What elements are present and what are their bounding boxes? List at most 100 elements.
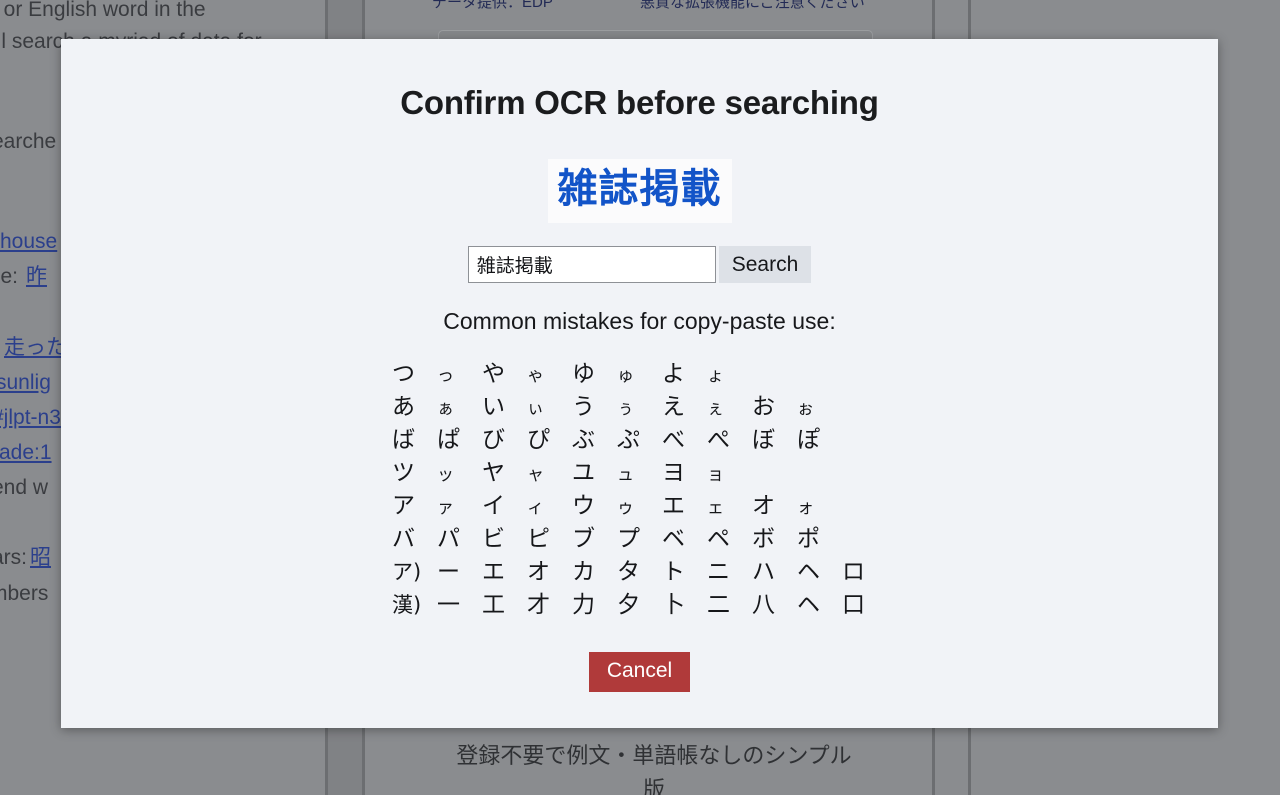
character-cell[interactable]: イ (482, 490, 527, 523)
character-cell[interactable]: バ (392, 523, 437, 556)
character-cell[interactable]: ぉ (797, 393, 842, 426)
background-text-line[interactable]: 昭 (30, 540, 51, 576)
character-cell[interactable]: ニ (707, 556, 752, 589)
character-cell[interactable]: エ (482, 556, 527, 589)
character-cell[interactable]: よ (662, 358, 707, 391)
character-cell[interactable]: オ (752, 490, 797, 523)
character-cell[interactable]: ー (437, 556, 482, 589)
background-text-line[interactable]: house (0, 224, 57, 260)
character-cell[interactable]: タ (617, 556, 662, 589)
character-row: ツッヤャユュヨョ (392, 457, 1218, 490)
background-text-line: earche (0, 130, 57, 153)
character-cell[interactable]: ば (392, 424, 437, 457)
background-text-line[interactable]: rade:1 (0, 435, 52, 471)
ocr-image-container: 雑誌掲載 (61, 159, 1218, 223)
character-cell[interactable]: っ (437, 360, 482, 393)
search-input[interactable] (467, 246, 716, 283)
character-cell[interactable]: ウ (572, 490, 617, 523)
character-cell[interactable]: ぃ (527, 393, 572, 426)
character-cell[interactable]: ゆ (572, 358, 617, 391)
character-cell[interactable]: 夕 (617, 589, 662, 622)
dialog-actions: Cancel (61, 652, 1218, 692)
character-cell[interactable]: 才 (527, 589, 572, 622)
ocr-source-image: 雑誌掲載 (547, 159, 732, 223)
character-cell[interactable]: ヤ (482, 457, 527, 490)
character-cell[interactable]: ボ (752, 523, 797, 556)
character-cell[interactable]: あ (392, 391, 437, 424)
character-cell[interactable]: 二 (707, 589, 752, 622)
character-cell[interactable]: や (482, 358, 527, 391)
cancel-button[interactable]: Cancel (588, 652, 691, 692)
common-mistakes-label: Common mistakes for copy-paste use: (443, 308, 836, 334)
character-cell[interactable]: 工 (482, 589, 527, 622)
character-row: あぁいぃうぅえぇおぉ (392, 391, 1218, 424)
character-cell[interactable]: ロ (842, 556, 887, 589)
character-cell[interactable]: ぅ (617, 393, 662, 426)
character-cell[interactable]: ァ (437, 492, 482, 525)
character-cell[interactable]: ぽ (797, 424, 842, 457)
character-cell[interactable]: ヘ (797, 589, 842, 622)
character-cell[interactable]: ポ (797, 523, 842, 556)
character-cell[interactable]: び (482, 424, 527, 457)
character-cell[interactable]: プ (617, 523, 662, 556)
character-cell[interactable]: 力 (572, 589, 617, 622)
character-cell[interactable]: ュ (617, 459, 662, 492)
background-text-line[interactable]: 昨 (26, 259, 47, 295)
character-cell[interactable]: ょ (707, 360, 752, 393)
character-cell[interactable]: ベ (662, 523, 707, 556)
character-cell[interactable]: い (482, 391, 527, 424)
character-cell[interactable]: ぺ (707, 424, 752, 457)
background-heading: データ提供：EDP (432, 0, 553, 11)
character-cell[interactable]: ア (392, 490, 437, 523)
character-cell[interactable]: う (572, 391, 617, 424)
character-cell[interactable]: べ (662, 424, 707, 457)
background-text-line[interactable]: sunlig (0, 365, 51, 401)
character-cell[interactable]: お (752, 391, 797, 424)
character-cell[interactable]: ぱ (437, 424, 482, 457)
character-cell[interactable]: ヘ (797, 556, 842, 589)
character-cell[interactable]: ペ (707, 523, 752, 556)
character-cell[interactable]: ぴ (527, 424, 572, 457)
character-cell[interactable]: ピ (527, 523, 572, 556)
search-row: Search (61, 246, 1218, 283)
dialog-title: Confirm OCR before searching (400, 84, 879, 121)
character-cell[interactable]: ゥ (617, 492, 662, 525)
character-cell[interactable]: ォ (797, 492, 842, 525)
character-cell[interactable]: ャ (527, 459, 572, 492)
character-cell[interactable]: パ (437, 523, 482, 556)
character-cell[interactable]: ト (662, 556, 707, 589)
character-cell[interactable]: え (662, 391, 707, 424)
character-cell[interactable]: ェ (707, 492, 752, 525)
character-cell[interactable]: ゃ (527, 360, 572, 393)
background-caption: 登録不要で例文・単語帳なしのシンプル (456, 743, 852, 768)
search-button[interactable]: Search (718, 246, 812, 283)
character-cell[interactable]: ィ (527, 492, 572, 525)
character-cell[interactable]: ツ (392, 457, 437, 490)
character-cell[interactable]: ゅ (617, 360, 662, 393)
character-cell[interactable]: ぼ (752, 424, 797, 457)
character-cell[interactable]: エ (662, 490, 707, 523)
background-text-line[interactable]: 走った (4, 330, 67, 366)
character-cell[interactable]: 八 (752, 589, 797, 622)
character-cell[interactable]: カ (572, 556, 617, 589)
character-cell[interactable]: 一 (437, 589, 482, 622)
character-cell[interactable]: 卜 (662, 589, 707, 622)
character-cell[interactable]: つ (392, 358, 437, 391)
character-cell[interactable]: ッ (437, 459, 482, 492)
character-cell[interactable]: 口 (842, 589, 887, 622)
character-cell[interactable]: ぁ (437, 393, 482, 426)
character-cell[interactable]: オ (527, 556, 572, 589)
character-cell[interactable]: ビ (482, 523, 527, 556)
character-cell[interactable]: ぇ (707, 393, 752, 426)
background-text-line[interactable]: #jlpt-n3 (0, 400, 61, 436)
character-cell[interactable]: ハ (752, 556, 797, 589)
background-text-line: end w (0, 476, 49, 499)
background-text-line: mbers (0, 582, 49, 605)
character-cell[interactable]: ブ (572, 523, 617, 556)
character-cell[interactable]: ユ (572, 457, 617, 490)
character-cell[interactable]: ぷ (617, 424, 662, 457)
character-cell[interactable]: ぶ (572, 424, 617, 457)
character-cell[interactable]: ョ (707, 459, 752, 492)
background-text-line: ce: (0, 265, 19, 288)
character-cell[interactable]: ヨ (662, 457, 707, 490)
